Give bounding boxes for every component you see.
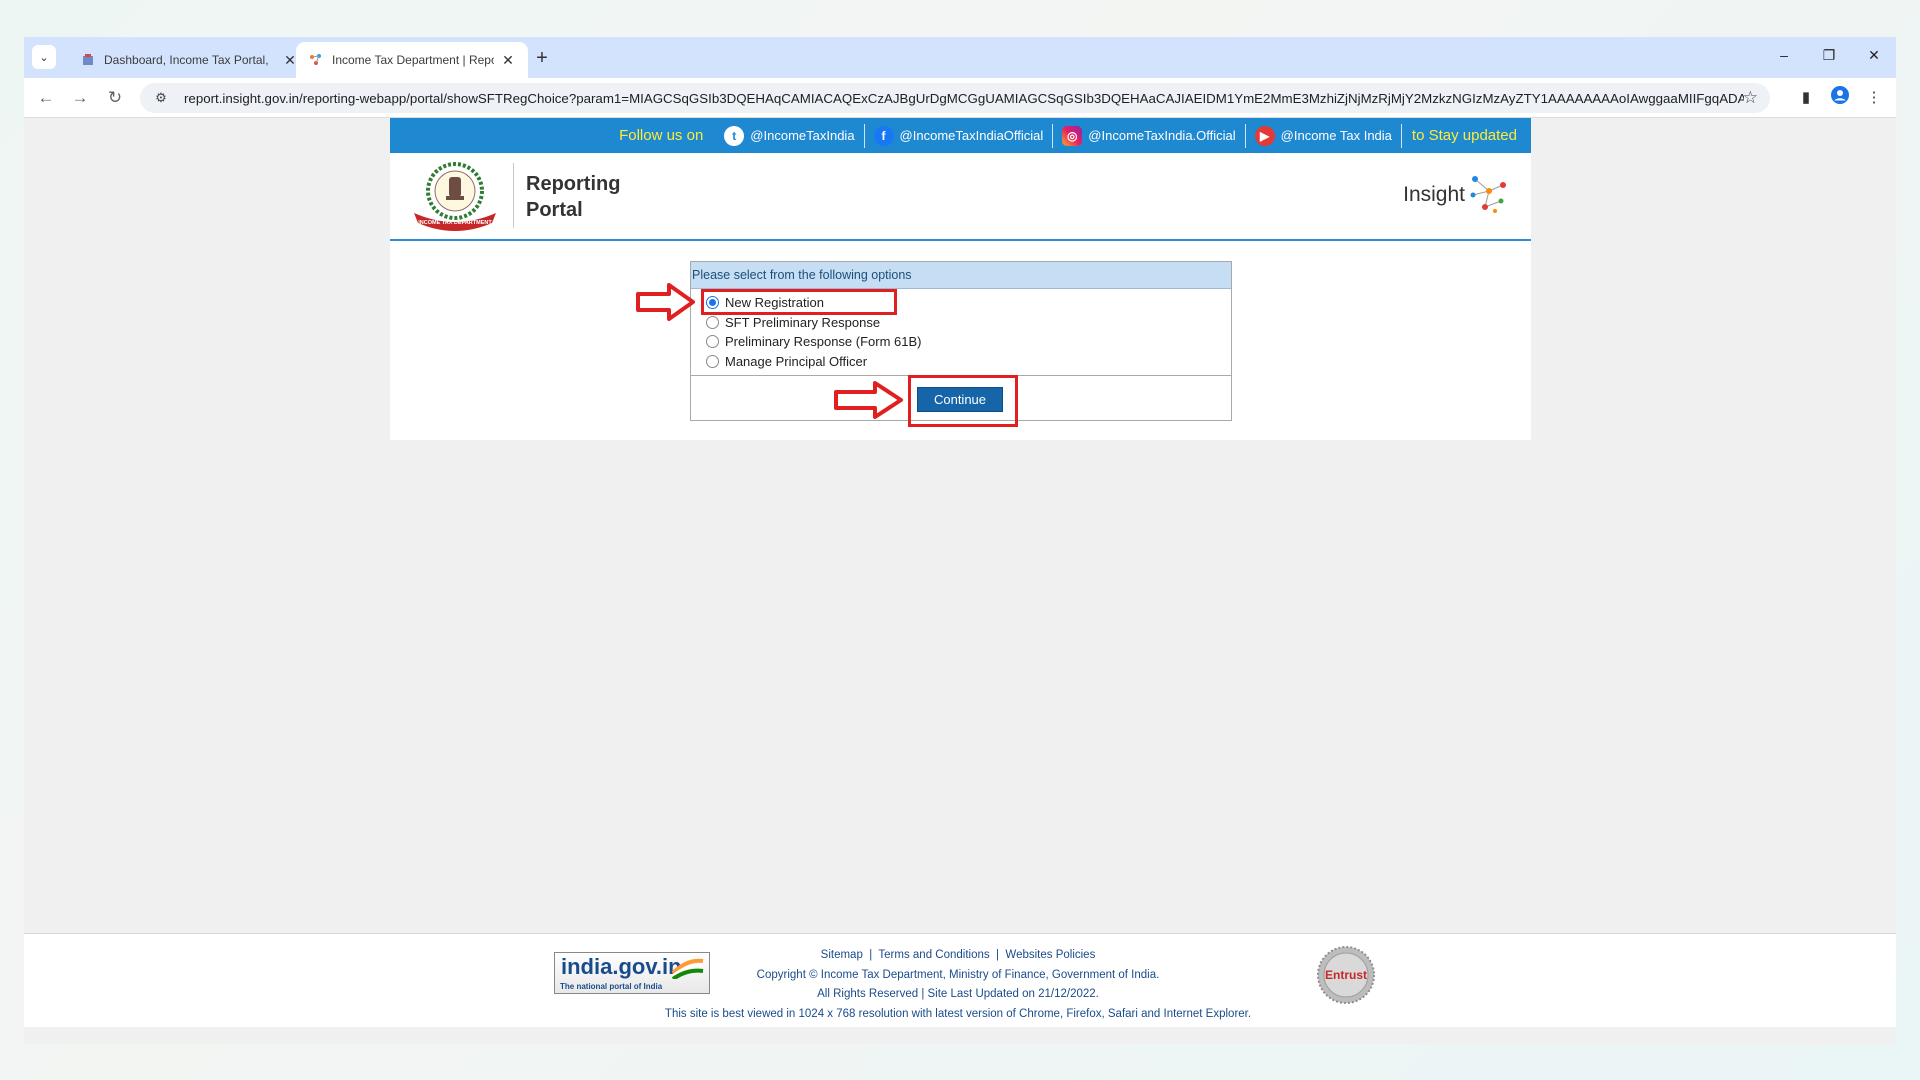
social-handle: @IncomeTaxIndia.Official: [1088, 128, 1236, 143]
tab-reporting-portal[interactable]: Income Tax Department | Repor ✕: [296, 42, 528, 78]
option-label: SFT Preliminary Response: [725, 314, 881, 330]
facebook-icon: f: [873, 125, 894, 146]
red-arrow-icon: [834, 381, 903, 419]
stay-updated-label: to Stay updated: [1411, 127, 1517, 144]
bookmark-star-icon[interactable]: ☆: [1743, 88, 1758, 108]
page-viewport: Follow us on t @IncomeTaxIndia f @Income…: [24, 118, 1896, 1044]
tab-title: Income Tax Department | Repor: [332, 53, 494, 67]
radio-manage-principal-officer[interactable]: [706, 354, 719, 368]
restore-icon[interactable]: ❐: [1807, 43, 1851, 67]
url-text: report.insight.gov.in/reporting-webapp/p…: [184, 90, 1744, 106]
highlight-box-continue: [908, 375, 1018, 427]
youtube-icon: ▶: [1254, 125, 1275, 146]
best-viewed-text: This site is best viewed in 1024 x 768 r…: [664, 1007, 1252, 1020]
radio-preliminary-response-form-61b[interactable]: [706, 335, 719, 349]
social-instagram[interactable]: ◎ @IncomeTaxIndia.Official: [1053, 123, 1246, 148]
brand-line-1: Reporting: [526, 173, 621, 195]
tab-strip: ⌄ Dashboard, Income Tax Portal, ✕ Income…: [24, 37, 1896, 78]
social-twitter[interactable]: t @IncomeTaxIndia: [715, 123, 865, 148]
side-panel-icon[interactable]: ▮: [1794, 86, 1818, 110]
brand-line-2: Portal: [526, 199, 583, 221]
copyright-text: Copyright © Income Tax Department, Minis…: [756, 968, 1160, 981]
profile-avatar-icon[interactable]: [1828, 86, 1852, 110]
option-preliminary-response-form-61b[interactable]: Preliminary Response (Form 61B): [691, 332, 1231, 352]
entrust-seal-icon: Entrust: [1317, 946, 1375, 1004]
option-label: Preliminary Response (Form 61B): [725, 334, 922, 350]
browser-window: ⌄ Dashboard, Income Tax Portal, ✕ Income…: [24, 37, 1896, 1044]
close-window-icon[interactable]: ✕: [1852, 43, 1896, 67]
entrust-label: Entrust: [1325, 968, 1367, 982]
follow-label: Follow us on: [619, 127, 704, 144]
minimize-icon[interactable]: –: [1762, 43, 1806, 67]
instagram-icon: ◎: [1062, 125, 1083, 146]
new-tab-icon[interactable]: +: [530, 46, 554, 70]
income-tax-favicon-icon: [80, 52, 96, 68]
social-youtube[interactable]: ▶ @Income Tax India: [1246, 123, 1402, 148]
portal-brand: Reporting Portal: [526, 171, 620, 223]
insight-logo-icon: [1470, 176, 1506, 213]
forward-icon[interactable]: →: [68, 86, 92, 110]
social-handle: @IncomeTaxIndia: [750, 128, 855, 143]
radio-sft-preliminary-response[interactable]: [706, 315, 719, 329]
follow-bar: Follow us on t @IncomeTaxIndia f @Income…: [390, 118, 1531, 153]
options-heading: Please select from the following options: [691, 262, 1231, 289]
footer-text: Sitemap | Terms and Conditions | Website…: [24, 946, 1896, 1024]
site-info-icon[interactable]: ⚙: [150, 90, 172, 106]
social-facebook[interactable]: f @IncomeTaxIndiaOfficial: [865, 123, 1054, 148]
social-handle: @Income Tax India: [1280, 128, 1392, 143]
website-policies-link[interactable]: Websites Policies: [1005, 949, 1095, 961]
back-icon[interactable]: ←: [34, 86, 58, 110]
insight-label: Insight: [1403, 183, 1465, 206]
emblem-text: INCOME TAX DEPARTMENT: [418, 220, 492, 226]
site-header: INCOME TAX DEPARTMENT Reporting Portal I…: [390, 153, 1531, 241]
option-manage-principal-officer[interactable]: Manage Principal Officer: [691, 352, 1231, 372]
browser-toolbar: ← → ↻ ⚙ report.insight.gov.in/reporting-…: [24, 78, 1896, 118]
tab-close-icon[interactable]: ✕: [500, 52, 516, 69]
income-tax-emblem-icon: INCOME TAX DEPARTMENT: [414, 162, 496, 231]
red-arrow-icon: [636, 283, 695, 321]
registration-options-panel: Please select from the following options…: [636, 261, 1232, 427]
address-bar[interactable]: ⚙ report.insight.gov.in/reporting-webapp…: [140, 83, 1770, 113]
tab-title: Dashboard, Income Tax Portal,: [104, 53, 269, 67]
rights-text: All Rights Reserved | Site Last Updated …: [817, 988, 1099, 1000]
tab-dashboard[interactable]: Dashboard, Income Tax Portal, ✕: [68, 42, 310, 78]
insight-favicon-icon: [308, 52, 324, 68]
option-label: Manage Principal Officer: [725, 353, 868, 369]
option-sft-preliminary-response[interactable]: SFT Preliminary Response: [691, 313, 1231, 333]
tab-search-icon[interactable]: ⌄: [32, 45, 56, 69]
twitter-icon: t: [724, 125, 745, 146]
reload-icon[interactable]: ↻: [103, 86, 127, 110]
sitemap-link[interactable]: Sitemap: [821, 949, 863, 961]
highlight-box-new-registration: [701, 289, 897, 315]
header-divider: [513, 163, 514, 228]
reporting-portal-site: Follow us on t @IncomeTaxIndia f @Income…: [390, 118, 1531, 440]
social-handle: @IncomeTaxIndiaOfficial: [899, 128, 1044, 143]
site-footer: india.gov.in The national portal of Indi…: [24, 933, 1896, 1027]
footer-links-row: Sitemap | Terms and Conditions | Website…: [820, 949, 1096, 961]
menu-kebab-icon[interactable]: ⋮: [1862, 86, 1886, 110]
terms-link[interactable]: Terms and Conditions: [878, 949, 989, 961]
